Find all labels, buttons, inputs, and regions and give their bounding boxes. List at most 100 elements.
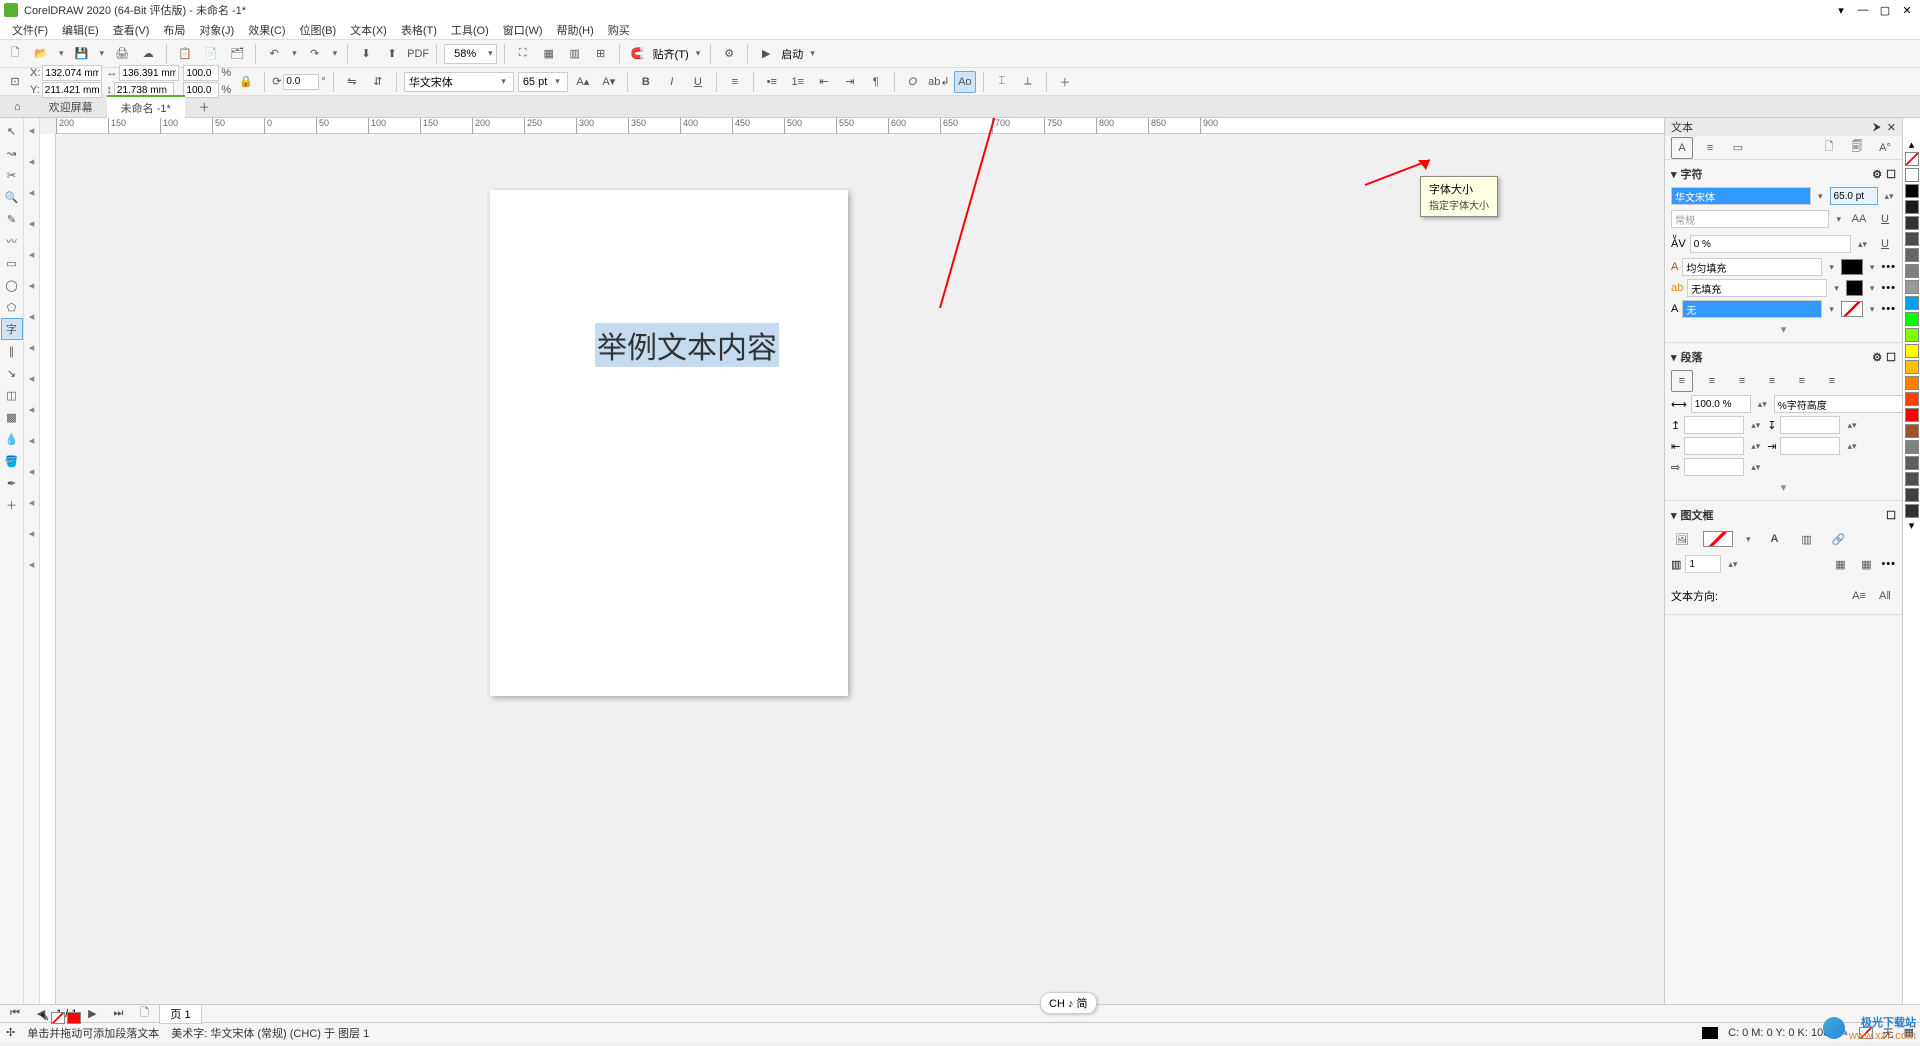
cloud-button[interactable]: ☁ — [137, 43, 159, 65]
clipboard-button[interactable]: 🗂 — [226, 43, 248, 65]
section-gear-icon[interactable]: ⚙ — [1872, 168, 1882, 181]
para-mode-icon[interactable]: ≡ — [1699, 137, 1721, 159]
align-right-icon[interactable]: ≡ — [1731, 370, 1753, 392]
page[interactable] — [490, 190, 848, 696]
palette-swatch[interactable] — [1905, 248, 1919, 262]
page-tab[interactable]: 页 1 — [159, 1004, 201, 1024]
dropcap-icon[interactable]: ¶ — [865, 71, 887, 93]
para-gear-icon[interactable]: ⚙ — [1872, 351, 1882, 364]
underline-icon[interactable]: U — [1874, 208, 1896, 230]
size-down-icon[interactable]: A▾ — [598, 71, 620, 93]
fill-color-swatch[interactable] — [1841, 259, 1863, 275]
document-tab[interactable]: 未命名 -1* — [107, 95, 185, 119]
align-left-icon[interactable]: ≡ — [1671, 370, 1693, 392]
mini-dropper-icon[interactable]: ✎ — [40, 1011, 49, 1024]
palette-swatch[interactable] — [1905, 456, 1919, 470]
export-button[interactable]: ⬆ — [381, 43, 403, 65]
page-add-icon[interactable]: 🗋 — [133, 1003, 155, 1025]
palette-swatch[interactable] — [1905, 184, 1919, 198]
lock-ratio-icon[interactable]: 🔒 — [235, 71, 257, 93]
straighten-icon[interactable]: ⟂ — [1017, 71, 1039, 93]
frame-b-icon[interactable]: ▦ — [1855, 553, 1877, 575]
menu-file[interactable]: 文件(F) — [6, 20, 54, 40]
mirror-h-icon[interactable]: ⇋ — [341, 71, 363, 93]
ellipse-tool[interactable]: ◯ — [1, 274, 23, 296]
print-button[interactable]: 🖨 — [111, 43, 133, 65]
palette-swatch[interactable] — [1905, 472, 1919, 486]
x-input[interactable] — [42, 65, 102, 81]
mini-none-swatch[interactable] — [51, 1012, 65, 1024]
zoom-level[interactable]: ▾ — [444, 44, 497, 64]
space-before-input[interactable] — [1684, 416, 1744, 434]
crop-tool[interactable]: ✂ — [1, 164, 23, 186]
zoom-tool[interactable]: 🔍 — [1, 186, 23, 208]
zoom-input[interactable] — [445, 48, 485, 60]
outline-color-swatch[interactable] — [1841, 301, 1863, 317]
frame-a-icon[interactable]: ▦ — [1829, 553, 1851, 575]
indent-left-input[interactable] — [1684, 437, 1744, 455]
align-justify-icon[interactable]: ≡ — [1761, 370, 1783, 392]
guides-button[interactable]: ▥ — [564, 43, 586, 65]
align-full-icon[interactable]: ≡ — [1791, 370, 1813, 392]
palette-down-icon[interactable]: ▾ — [1903, 519, 1920, 532]
script-icon[interactable]: AA — [1848, 208, 1870, 230]
fullscreen-button[interactable]: ⛶ — [512, 43, 534, 65]
menu-object[interactable]: 对象(J) — [193, 20, 240, 40]
palette-swatch[interactable] — [1905, 232, 1919, 246]
menu-edit[interactable]: 编辑(E) — [56, 20, 105, 40]
options-button[interactable]: ⚙ — [718, 43, 740, 65]
dir-horizontal-icon[interactable]: A≡ — [1848, 585, 1870, 607]
add-button[interactable]: ＋ — [1054, 71, 1076, 93]
menu-text[interactable]: 文本(X) — [344, 20, 393, 40]
palette-swatch[interactable] — [1905, 424, 1919, 438]
palette-swatch[interactable] — [1905, 360, 1919, 374]
docker-close-icon[interactable]: ✕ — [1887, 121, 1896, 134]
menu-layout[interactable]: 布局 — [157, 20, 191, 40]
pdf-button[interactable]: PDF — [407, 43, 429, 65]
transparency-tool[interactable]: ▩ — [1, 406, 23, 428]
eyedropper-tool[interactable]: 💧 — [1, 428, 23, 450]
align-none-icon[interactable]: ≡ — [1821, 370, 1843, 392]
import-button[interactable]: ⬇ — [355, 43, 377, 65]
frame-link-icon[interactable]: 🔗 — [1828, 528, 1850, 550]
kerning-input[interactable] — [1690, 235, 1851, 253]
line-height-mode[interactable] — [1774, 395, 1914, 413]
palette-swatch[interactable] — [1905, 408, 1919, 422]
palette-swatch[interactable] — [1905, 344, 1919, 358]
frame-pin-icon[interactable]: ☐ — [1886, 509, 1896, 522]
docker-title-bar[interactable]: 文本 ⮞ ✕ — [1665, 118, 1902, 136]
list-bullet-icon[interactable]: •≡ — [761, 71, 783, 93]
artistic-tool[interactable]: 〰 — [1, 230, 23, 252]
docker-font-size[interactable] — [1830, 187, 1878, 205]
palette-swatch[interactable] — [1905, 280, 1919, 294]
shape-tool[interactable]: ↝ — [1, 142, 23, 164]
paste-button[interactable]: 📄 — [200, 43, 222, 65]
bg-color-swatch[interactable] — [1846, 280, 1863, 296]
mirror-v-icon[interactable]: ⇵ — [367, 71, 389, 93]
text-tool[interactable]: 字 — [1, 318, 23, 340]
palette-swatch[interactable] — [1905, 328, 1919, 342]
snap-label[interactable]: 贴齐(T) — [653, 46, 689, 62]
connector-tool[interactable]: ↘ — [1, 362, 23, 384]
object-origin-icon[interactable]: ⊡ — [4, 71, 26, 93]
palette-swatch[interactable] — [1905, 504, 1919, 518]
italic-button[interactable]: I — [661, 71, 683, 93]
frame-more-button[interactable]: ••• — [1881, 558, 1896, 570]
ruler-horizontal[interactable]: 2001501005005010015020025030035040045050… — [56, 118, 1664, 134]
pick-tool[interactable]: ↖ — [1, 120, 23, 142]
section-collapse[interactable]: ▾ — [1671, 321, 1896, 338]
frame-mode-icon[interactable]: ▭ — [1727, 137, 1749, 159]
copy-button[interactable]: 📋 — [174, 43, 196, 65]
menu-help[interactable]: 帮助(H) — [551, 20, 600, 40]
close-button[interactable]: ✕ — [1898, 2, 1916, 18]
palette-swatch[interactable] — [1905, 376, 1919, 390]
indent-inc-icon[interactable]: ⇥ — [839, 71, 861, 93]
mini-red-swatch[interactable] — [67, 1012, 81, 1024]
text-wrap-icon[interactable]: ab↲ — [928, 71, 950, 93]
outline-more-button[interactable]: ••• — [1881, 303, 1896, 315]
docker-collapse-icon[interactable]: ⮞ — [1873, 121, 1881, 134]
grid-button[interactable]: ▦ — [538, 43, 560, 65]
polygon-tool[interactable]: ⬠ — [1, 296, 23, 318]
parallel-tool[interactable]: ∥ — [1, 340, 23, 362]
redo-button[interactable]: ↷ — [304, 43, 326, 65]
